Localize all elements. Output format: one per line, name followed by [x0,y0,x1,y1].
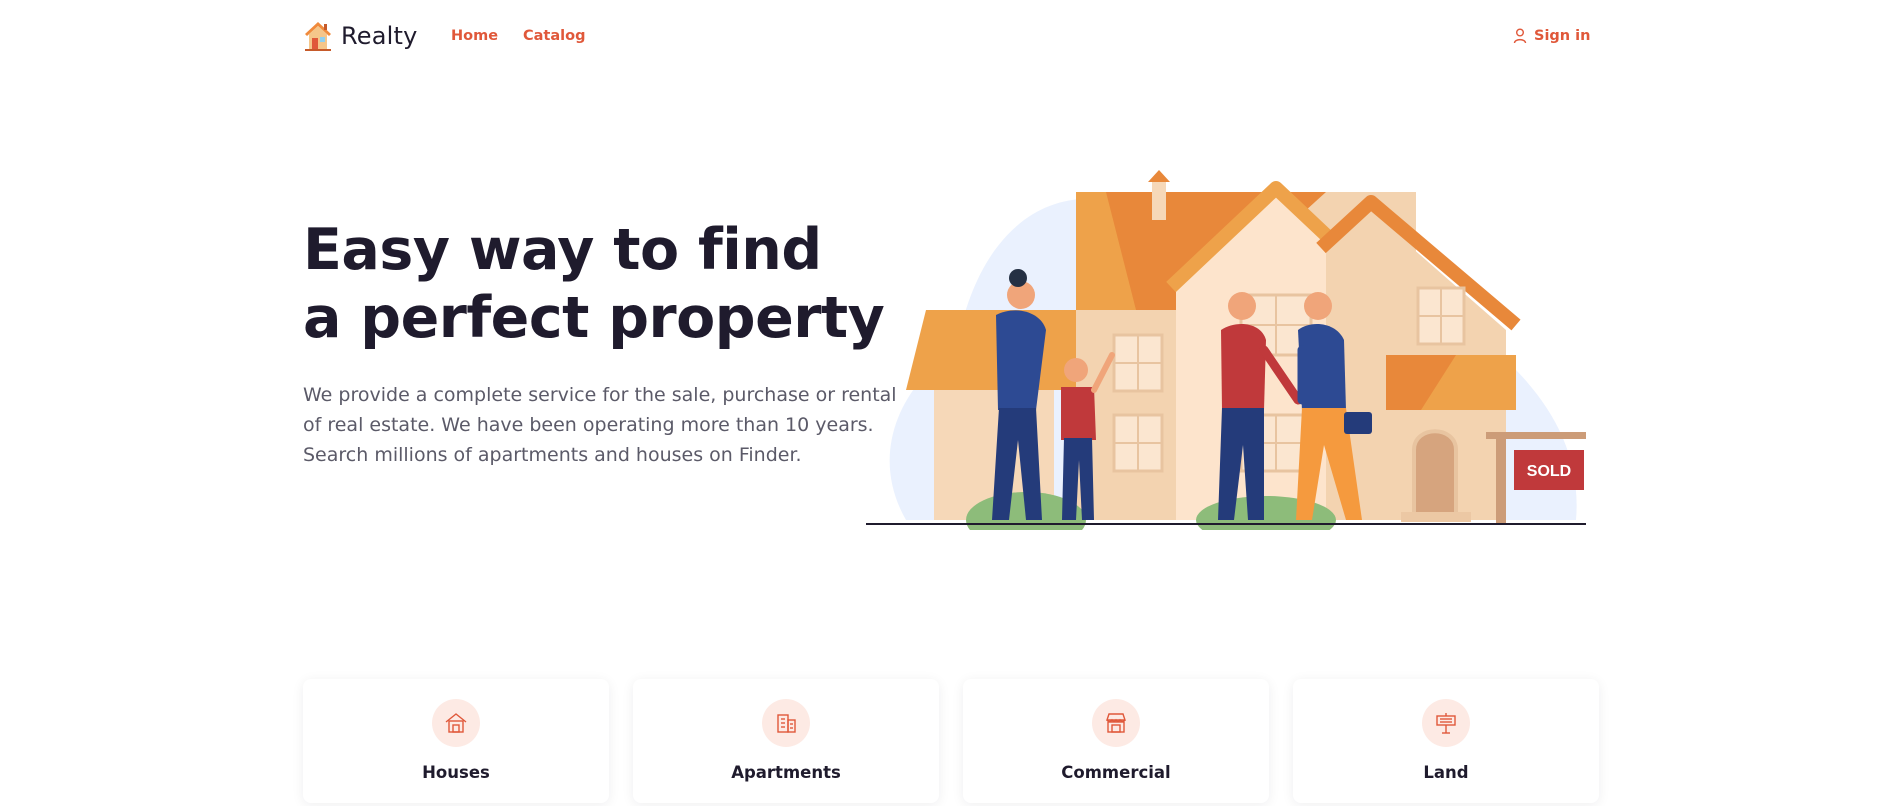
category-card-commercial[interactable]: Commercial [963,679,1269,803]
category-card-land[interactable]: Land [1293,679,1599,803]
navbar: Realty Home Catalog Sign in [0,0,1902,74]
nav-catalog[interactable]: Catalog [523,28,585,44]
hero-description: We provide a complete service for the sa… [303,380,913,470]
category-label-apartments: Apartments [731,763,841,782]
hero-title-line-2: a perfect property [303,285,885,351]
category-label-houses: Houses [422,763,490,782]
brand-name: Realty [341,22,418,50]
brand-link[interactable]: Realty [303,20,418,52]
sign-in-label: Sign in [1534,28,1591,44]
category-card-houses[interactable]: Houses [303,679,609,803]
category-card-apartments[interactable]: Apartments [633,679,939,803]
hero-title: Easy way to find a perfect property [303,216,903,352]
nav-home[interactable]: Home [451,28,498,44]
shop-icon [1092,699,1140,747]
house-icon [432,699,480,747]
sign-in-link[interactable]: Sign in [1513,28,1590,44]
category-label-land: Land [1423,763,1469,782]
hero-illustration: SOLD [866,170,1586,530]
hero-description-line-2: of real estate. We have been operating m… [303,414,874,436]
sold-sign-text: SOLD [1527,463,1571,480]
category-cards: Houses Apartments Commercial Land [303,679,1599,806]
category-label-commercial: Commercial [1061,763,1171,782]
hero-title-line-1: Easy way to find [303,217,822,283]
hero-description-line-1: We provide a complete service for the sa… [303,384,897,406]
rent-sign-icon [1422,699,1470,747]
user-icon [1513,28,1527,44]
hero-description-line-3: Search millions of apartments and houses… [303,444,802,466]
building-icon [762,699,810,747]
house-logo-icon [305,22,331,51]
